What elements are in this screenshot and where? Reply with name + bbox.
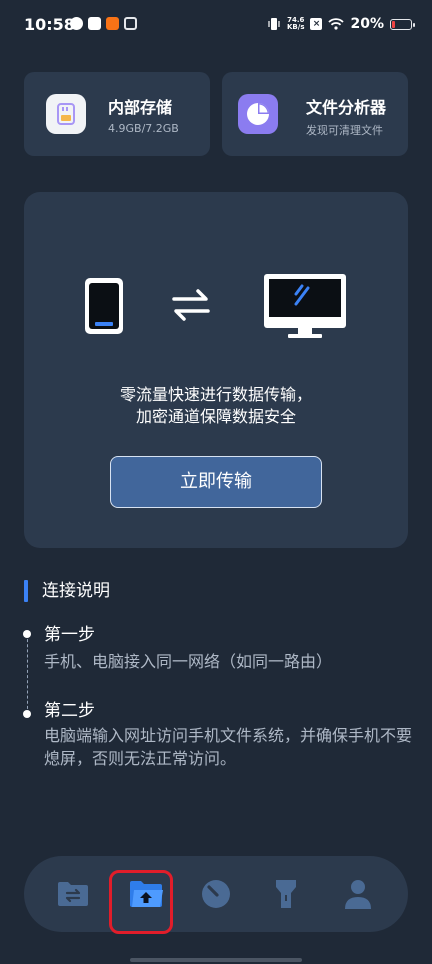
net-speed: 74.6 KB/s (287, 16, 305, 31)
play-notification-icon (124, 17, 137, 30)
app-badge-icon (106, 17, 119, 30)
transfer-line-1: 零流量快速进行数据传输， (119, 385, 312, 404)
nav-transfer-folder[interactable] (42, 856, 102, 932)
nav-clean[interactable] (186, 856, 246, 932)
storage-usage: 4.9GB/7.2GB (108, 122, 179, 135)
clean-icon (202, 880, 230, 908)
timeline-line (27, 634, 28, 714)
step-2-dot (23, 710, 31, 718)
nav-profile[interactable] (328, 856, 388, 932)
swap-arrows-icon (172, 289, 210, 321)
phone-icon (85, 278, 123, 334)
transfer-description: 零流量快速进行数据传输， 加密通道保障数据安全 (24, 384, 408, 428)
transfer-line-2: 加密通道保障数据安全 (135, 407, 296, 426)
status-right: 74.6 KB/s × 20% (267, 16, 415, 32)
monitor-icon (264, 274, 346, 338)
instructions-title: 连接说明 (42, 581, 110, 601)
status-bar: 10:58 74.6 KB/s × 20% (0, 0, 432, 52)
wifi-icon (328, 18, 345, 30)
notification-icons (70, 17, 137, 30)
message-notification-icon (88, 17, 101, 30)
analyzer-title: 文件分析器 (306, 98, 387, 117)
battery-percent: 20% (350, 16, 384, 32)
flashlight-icon (276, 880, 296, 908)
no-sim-icon: × (310, 18, 323, 30)
pie-chart-icon (238, 94, 278, 134)
nav-upload-folder[interactable] (118, 856, 178, 932)
upload-folder-icon (130, 881, 163, 907)
status-time: 10:58 (24, 15, 75, 34)
step-2-title: 第二步 (44, 701, 95, 721)
section-accent-bar (24, 580, 28, 602)
transfer-panel: 零流量快速进行数据传输， 加密通道保障数据安全 立即传输 (24, 192, 408, 548)
step-2-desc: 电脑端输入网址访问手机文件系统，并确保手机不要熄屏，否则无法正常访问。 (44, 726, 413, 768)
step-1-desc: 手机、电脑接入同一网络（如同一路由） (44, 652, 333, 671)
analyzer-subtitle: 发现可清理文件 (306, 124, 383, 137)
transfer-now-button[interactable]: 立即传输 (110, 456, 322, 508)
person-icon (345, 880, 371, 909)
bottom-nav (24, 856, 408, 932)
step-1-dot (23, 630, 31, 638)
battery-icon (390, 18, 415, 30)
nav-flashlight[interactable] (256, 856, 316, 932)
internal-storage-card[interactable]: 内部存储 4.9GB/7.2GB (24, 72, 210, 156)
home-indicator (130, 958, 302, 962)
file-analyzer-card[interactable]: 文件分析器 发现可清理文件 (222, 72, 408, 156)
storage-title: 内部存储 (108, 98, 173, 117)
vibrate-icon (268, 18, 280, 30)
battery-level (392, 20, 395, 28)
sd-card-icon (46, 94, 86, 134)
step-1-title: 第一步 (44, 625, 95, 645)
app-notification-icon (70, 17, 83, 30)
transfer-folder-icon (58, 882, 88, 906)
